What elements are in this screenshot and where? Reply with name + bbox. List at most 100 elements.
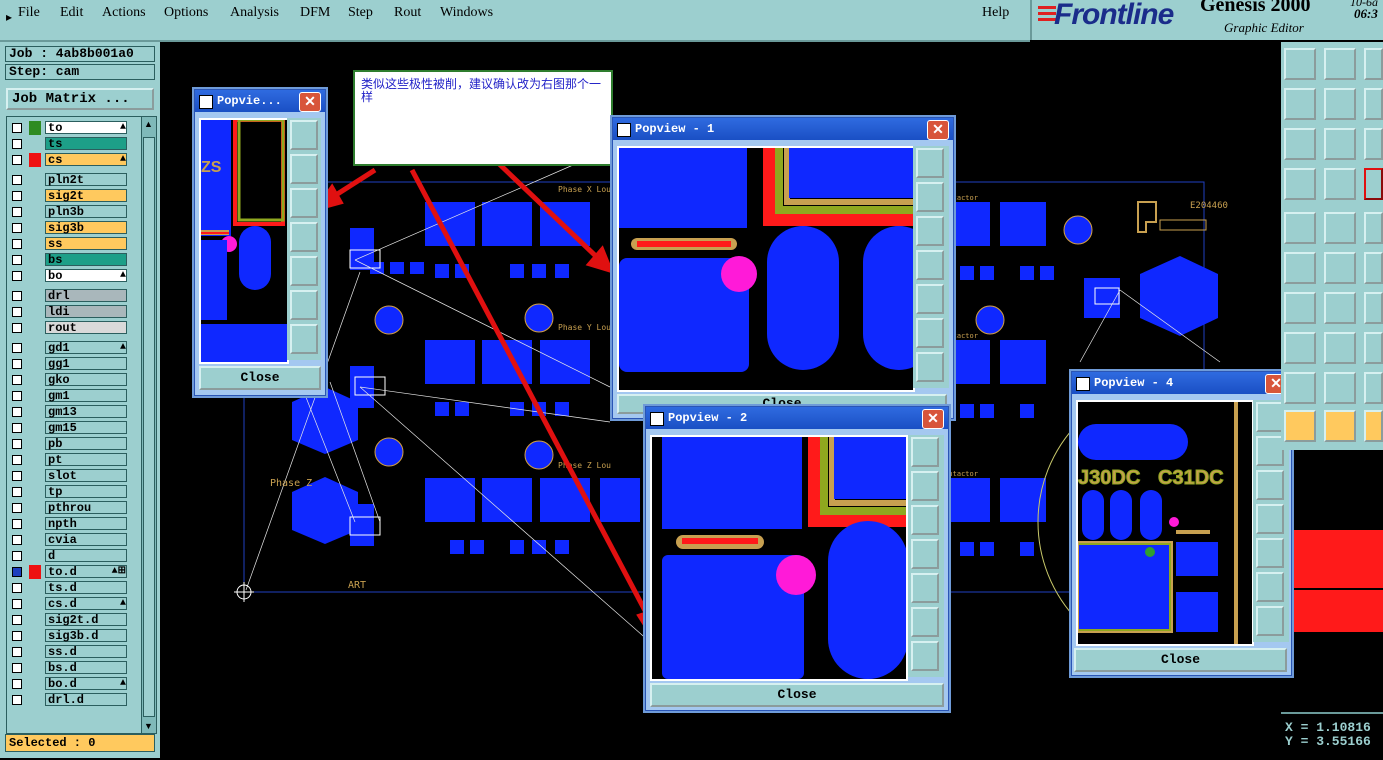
pan-left-icon[interactable] [290, 222, 318, 252]
pan-left-icon[interactable] [911, 539, 939, 569]
layer-name[interactable]: bo.d ▲ [45, 677, 127, 690]
layer-list[interactable]: to ▲ ts cs ▲ pln2t sig2t pln3b sig3b ss bs bo ▲ drl ld… [6, 116, 142, 734]
layer-row[interactable]: to.d ▲⊞ [9, 565, 137, 579]
tool-icon[interactable] [1364, 372, 1383, 404]
layer-name[interactable]: ss [45, 237, 127, 250]
layer-checkbox[interactable] [12, 239, 22, 249]
menu-actions[interactable]: Actions [102, 5, 146, 21]
layer-row[interactable]: ss.d [9, 645, 137, 659]
triangle-icon[interactable] [1284, 372, 1316, 404]
save-icon[interactable] [1324, 48, 1356, 80]
layer-checkbox[interactable] [12, 255, 22, 265]
point-icon[interactable] [1284, 332, 1316, 364]
zoom-out-icon[interactable] [916, 352, 944, 382]
ruler-icon[interactable] [1364, 212, 1383, 244]
scroll-down-icon[interactable]: ▼ [144, 721, 153, 731]
route-icon[interactable] [1364, 168, 1383, 200]
menu-windows[interactable]: Windows [440, 5, 493, 21]
zoom-in-icon[interactable] [1256, 572, 1284, 602]
menu-rout[interactable]: Rout [394, 5, 421, 21]
popview-canvas[interactable] [650, 435, 908, 681]
zoom-out-icon[interactable] [1256, 606, 1284, 636]
layer-row[interactable]: bo.d ▲ [9, 677, 137, 691]
layer-row[interactable]: tp [9, 485, 137, 499]
layer-checkbox[interactable] [12, 583, 22, 593]
menu-help[interactable]: Help [982, 5, 1009, 21]
layer-row[interactable]: npth [9, 517, 137, 531]
menu-step[interactable]: Step [348, 5, 373, 21]
layer-name[interactable]: pln3b [45, 205, 127, 218]
layer-name[interactable]: pb [45, 437, 127, 450]
pan-up-icon[interactable] [1256, 436, 1284, 466]
net-icon[interactable] [1284, 252, 1316, 284]
layer-checkbox[interactable] [12, 663, 22, 673]
layer-name[interactable]: gm15 [45, 421, 127, 434]
layer-row[interactable]: cs.d ▲ [9, 597, 137, 611]
pan-down-icon[interactable] [1256, 470, 1284, 500]
menu-edit[interactable]: Edit [60, 5, 83, 21]
layer-row[interactable]: sig3b.d [9, 629, 137, 643]
popview-window-4[interactable]: Popview - 4 ✕ J30DC C31DC Close [1071, 371, 1292, 676]
popview-titlebar[interactable]: Popview - 2 ✕ [646, 407, 948, 429]
layer-name[interactable]: ts.d [45, 581, 127, 594]
layer-row[interactable]: ldi [9, 305, 137, 319]
layer-row[interactable]: gg1 [9, 357, 137, 371]
layer-name[interactable]: gm1 [45, 389, 127, 402]
layer-name[interactable]: bs [45, 253, 127, 266]
layer-checkbox[interactable] [12, 139, 22, 149]
pan-right-icon[interactable] [911, 573, 939, 603]
layer-checkbox[interactable] [12, 615, 22, 625]
layer-checkbox[interactable] [12, 695, 22, 705]
layer-name[interactable]: sig3b [45, 221, 127, 234]
layer-name[interactable]: slot [45, 469, 127, 482]
layer-name[interactable]: to ▲ [45, 121, 127, 134]
layer-name[interactable]: sig2t [45, 189, 127, 202]
scroll-thumb[interactable] [143, 137, 155, 717]
layer-checkbox[interactable] [12, 487, 22, 497]
cross-icon[interactable] [1324, 252, 1356, 284]
layer-checkbox[interactable] [12, 307, 22, 317]
select-icon[interactable] [1284, 410, 1316, 442]
open-icon[interactable] [1284, 48, 1316, 80]
layer-name[interactable]: to.d ▲⊞ [45, 565, 127, 578]
pan-left-icon[interactable] [1256, 504, 1284, 534]
zoom-in-icon[interactable] [916, 318, 944, 348]
layer-checkbox[interactable] [12, 343, 22, 353]
layer-row[interactable]: pln2t [9, 173, 137, 187]
close-button[interactable]: Close [199, 366, 321, 390]
layer-row[interactable]: gd1 ▲ [9, 341, 137, 355]
zoom-out-icon[interactable] [911, 641, 939, 671]
zoom-home-icon[interactable] [290, 120, 318, 150]
pad-tool-icon[interactable] [1284, 212, 1316, 244]
layer-name[interactable]: ldi [45, 305, 127, 318]
popview-canvas[interactable] [617, 146, 915, 392]
layer-checkbox[interactable] [12, 223, 22, 233]
menu-analysis[interactable]: Analysis [230, 5, 279, 21]
layer-name[interactable]: sig3b.d [45, 629, 127, 642]
layer-name[interactable]: d [45, 549, 127, 562]
layer-checkbox[interactable] [12, 407, 22, 417]
snap-icon[interactable] [1324, 168, 1356, 200]
layer-name[interactable]: pln2t [45, 173, 127, 186]
layer-row[interactable]: ss [9, 237, 137, 251]
popview-canvas[interactable]: J30DC C31DC [1076, 400, 1254, 646]
layer-row[interactable]: gm13 [9, 405, 137, 419]
layer-checkbox[interactable] [12, 155, 22, 165]
popview-canvas[interactable]: ZS [199, 118, 289, 364]
layer-row[interactable]: gm15 [9, 421, 137, 435]
arrow-up-icon[interactable] [1324, 372, 1356, 404]
layer-row[interactable]: bs [9, 253, 137, 267]
popview-titlebar[interactable]: Popview - 4 ✕ [1072, 372, 1291, 394]
layer-row[interactable]: pb [9, 437, 137, 451]
close-icon[interactable]: ✕ [927, 120, 949, 140]
layer-row[interactable]: cs ▲ [9, 153, 137, 167]
pan-right-icon[interactable] [290, 256, 318, 286]
zoom-area-icon[interactable] [1324, 128, 1356, 160]
tool-icon[interactable] [1364, 292, 1383, 324]
layer-checkbox[interactable] [12, 439, 22, 449]
layer-row[interactable]: cvia [9, 533, 137, 547]
layer-name[interactable]: ts [45, 137, 127, 150]
layer-name[interactable]: cs.d ▲ [45, 597, 127, 610]
layer-checkbox[interactable] [12, 191, 22, 201]
layer-row[interactable]: to ▲ [9, 121, 137, 135]
